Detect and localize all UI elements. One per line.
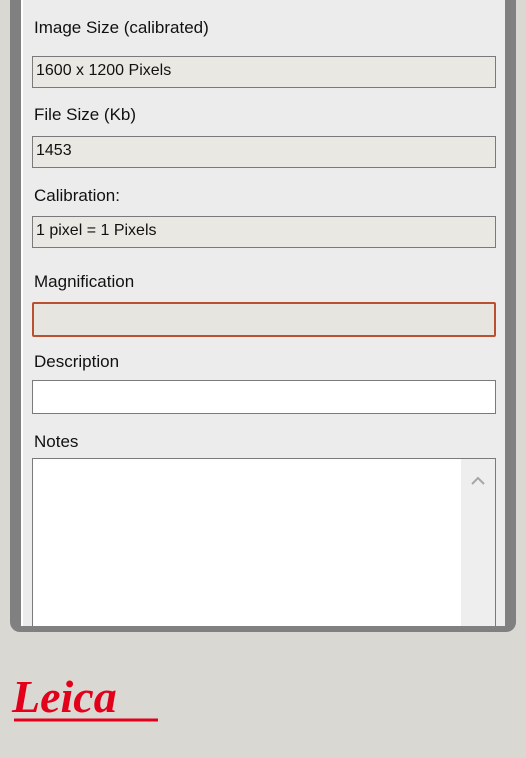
magnification-label: Magnification [34,272,135,291]
description-label: Description [34,352,120,371]
notes-label: Notes [34,432,79,451]
image-size-field[interactable]: 1600 x 1200 Pixels [32,56,496,88]
calibration-field[interactable]: 1 pixel = 1 Pixels [32,216,496,248]
description-field[interactable] [32,380,496,414]
notes-textarea[interactable] [32,458,496,626]
file-size-field[interactable]: 1453 [32,136,496,168]
image-size-label: Image Size (calibrated) [34,18,209,37]
leica-logo: Leica [11,671,158,722]
calibration-label: Calibration: [34,186,120,205]
chevron-up-icon[interactable] [470,473,486,489]
notes-scrollbar[interactable] [461,459,495,626]
magnification-field[interactable] [32,302,496,337]
leica-logo-text: Leica [11,671,117,722]
file-size-label: File Size (Kb) [34,105,137,124]
root: Image Size (calibrated) 1600 x 1200 Pixe… [0,0,526,758]
